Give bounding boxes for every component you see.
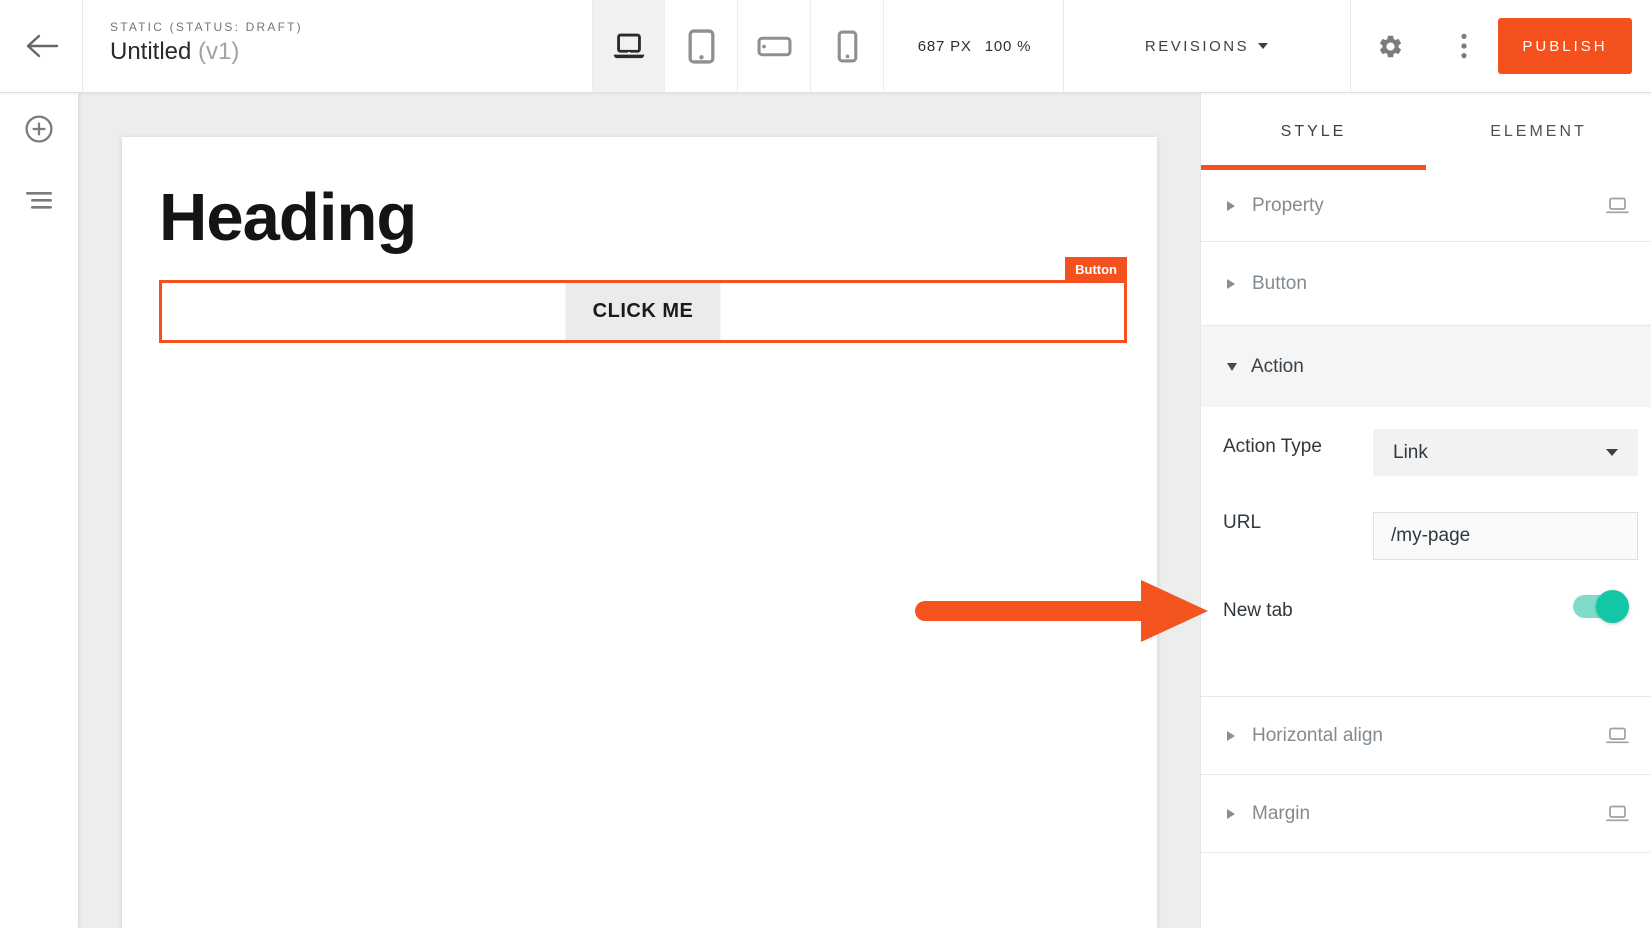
tree-view-icon xyxy=(25,192,53,209)
device-mobile-landscape-button[interactable] xyxy=(738,0,811,92)
device-scope-laptop-icon xyxy=(1606,805,1629,822)
section-button[interactable]: Button xyxy=(1201,242,1651,326)
chevron-right-icon xyxy=(1227,201,1235,211)
viewport-info: 687 PX 100 % xyxy=(886,0,1063,92)
phone-landscape-icon xyxy=(757,36,792,57)
revisions-dropdown[interactable]: REVISIONS xyxy=(1063,0,1350,92)
new-tab-label: New tab xyxy=(1223,599,1293,623)
section-margin[interactable]: Margin xyxy=(1201,775,1651,853)
section-action[interactable]: Action xyxy=(1201,326,1651,407)
active-tab-underline xyxy=(1201,165,1426,170)
chevron-down-icon xyxy=(1258,43,1268,49)
url-input[interactable]: /my-page xyxy=(1373,512,1638,560)
top-toolbar: STATIC (STATUS: DRAFT) Untitled (v1) xyxy=(0,0,1651,93)
editor-canvas: Heading Button CLICK ME xyxy=(78,93,1200,928)
kebab-menu-icon xyxy=(1461,33,1467,59)
divider xyxy=(1350,0,1351,92)
action-section-content: Action Type Link URL /my-page New tab xyxy=(1201,407,1651,697)
chevron-right-icon xyxy=(1227,731,1235,741)
action-type-label: Action Type xyxy=(1223,435,1322,459)
add-element-button[interactable] xyxy=(0,107,78,151)
action-type-select[interactable]: Link xyxy=(1373,429,1638,476)
selected-button-element[interactable]: Button CLICK ME xyxy=(159,280,1127,343)
more-options-button[interactable] xyxy=(1444,26,1484,66)
canvas-button[interactable]: CLICK ME xyxy=(566,283,721,340)
page-builder-app: STATIC (STATUS: DRAFT) Untitled (v1) xyxy=(0,0,1651,928)
chevron-right-icon xyxy=(1227,279,1235,289)
document-title: Untitled (v1) xyxy=(110,38,303,66)
tab-element[interactable]: ELEMENT xyxy=(1426,93,1651,170)
plus-circle-icon xyxy=(24,114,54,144)
document-title-block: STATIC (STATUS: DRAFT) Untitled (v1) xyxy=(110,20,303,66)
laptop-icon xyxy=(610,32,648,61)
device-tablet-button[interactable] xyxy=(665,0,738,92)
heading-element[interactable]: Heading xyxy=(159,179,416,256)
panel-tabs: STYLE ELEMENT xyxy=(1201,93,1651,170)
new-tab-toggle[interactable] xyxy=(1573,595,1619,618)
chevron-down-icon xyxy=(1227,363,1237,371)
device-scope-laptop-icon xyxy=(1606,727,1629,744)
phone-portrait-icon xyxy=(837,30,858,63)
style-panel: STYLE ELEMENT Property Button Action xyxy=(1200,93,1651,928)
viewport-width-value: 687 PX xyxy=(918,38,972,55)
device-preview-switcher xyxy=(592,0,884,92)
arrow-left-icon xyxy=(25,33,59,59)
settings-button[interactable] xyxy=(1370,26,1410,66)
device-mobile-portrait-button[interactable] xyxy=(811,0,884,92)
tab-style[interactable]: STYLE xyxy=(1201,93,1426,170)
url-label: URL xyxy=(1223,511,1261,535)
device-scope-laptop-icon xyxy=(1606,197,1629,214)
chevron-down-icon xyxy=(1606,449,1618,456)
toggle-knob xyxy=(1596,590,1629,623)
chevron-right-icon xyxy=(1227,809,1235,819)
selection-tag: Button xyxy=(1065,257,1127,283)
page-preview: Heading Button CLICK ME xyxy=(122,137,1157,928)
page-outline-button[interactable] xyxy=(0,178,78,222)
tablet-icon xyxy=(688,29,715,64)
section-property[interactable]: Property xyxy=(1201,170,1651,242)
divider xyxy=(82,0,83,92)
zoom-level-value: 100 % xyxy=(985,38,1032,55)
device-desktop-button[interactable] xyxy=(592,0,665,92)
publish-button[interactable]: PUBLISH xyxy=(1498,18,1632,74)
document-status: STATIC (STATUS: DRAFT) xyxy=(110,20,303,34)
back-button[interactable] xyxy=(20,29,64,63)
section-horizontal-align[interactable]: Horizontal align xyxy=(1201,697,1651,775)
gear-icon xyxy=(1377,33,1404,60)
document-version: (v1) xyxy=(198,38,239,65)
left-toolbar xyxy=(0,93,78,928)
